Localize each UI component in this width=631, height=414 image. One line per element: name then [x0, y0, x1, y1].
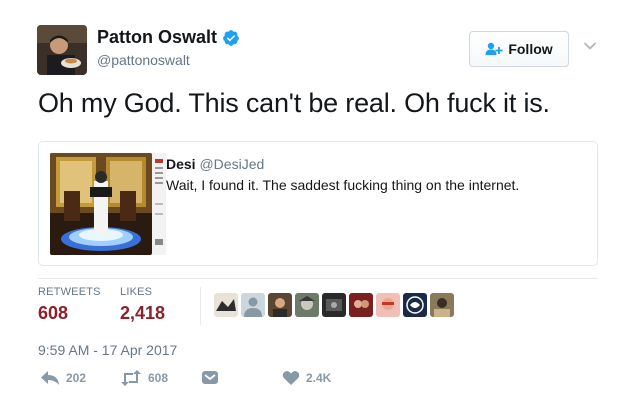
heart-icon	[282, 371, 300, 385]
quoted-tweet-author[interactable]: Desi @DesiJed	[166, 156, 264, 172]
quoted-tweet[interactable]: Desi @DesiJed Wait, I found it. The sadd…	[38, 141, 598, 266]
author-name-text[interactable]: Patton Oswalt	[97, 27, 217, 48]
tweet-text: Oh my God. This can't be real. Oh fuck i…	[38, 88, 550, 118]
add-person-icon	[485, 42, 503, 55]
liker-avatar[interactable]	[241, 293, 265, 317]
retweets-value: 608	[38, 303, 69, 323]
direct-message-button[interactable]	[201, 370, 219, 386]
verified-badge-icon	[223, 29, 239, 46]
follow-button[interactable]: Follow	[469, 31, 569, 67]
liker-avatar[interactable]	[403, 293, 427, 317]
retweet-icon	[121, 370, 141, 386]
reply-count: 202	[66, 371, 87, 385]
stats-separator	[200, 287, 201, 325]
retweets-label: RETWEETS	[38, 286, 101, 298]
quoted-tweet-text: Wait, I found it. The saddest fucking th…	[166, 177, 520, 193]
divider	[38, 278, 598, 279]
follow-label: Follow	[508, 41, 553, 57]
tweet-timestamp[interactable]: 9:59 AM - 17 Apr 2017	[38, 342, 177, 358]
like-count: 2.4K	[306, 371, 332, 385]
liker-avatar[interactable]	[295, 293, 319, 317]
liker-avatar[interactable]	[376, 293, 400, 317]
reply-icon	[41, 371, 59, 385]
liker-avatar[interactable]	[322, 293, 346, 317]
author-avatar[interactable]	[37, 25, 87, 75]
like-button[interactable]: 2.4K	[282, 370, 331, 386]
reply-button[interactable]: 202	[40, 370, 86, 386]
liker-avatar[interactable]	[214, 293, 238, 317]
liker-avatar[interactable]	[268, 293, 292, 317]
chevron-down-icon[interactable]	[583, 41, 597, 51]
author-handle[interactable]: @pattonoswalt	[97, 52, 190, 68]
retweets-stat[interactable]: RETWEETS 608	[38, 286, 101, 324]
direct-message-icon	[202, 371, 218, 384]
retweet-count: 608	[148, 371, 169, 385]
quoted-tweet-image[interactable]	[50, 153, 152, 255]
likes-label: LIKES	[120, 286, 153, 298]
retweet-button[interactable]: 608	[120, 370, 168, 386]
liker-avatar[interactable]	[430, 293, 454, 317]
quoted-tweet-image-strip	[152, 153, 166, 255]
author-name[interactable]: Patton Oswalt	[97, 27, 240, 48]
liker-avatars	[214, 293, 454, 317]
quoted-author-handle: @DesiJed	[199, 156, 265, 172]
liker-avatar[interactable]	[349, 293, 373, 317]
quoted-author-name: Desi	[166, 156, 196, 172]
likes-value: 2,418	[120, 303, 166, 323]
likes-stat[interactable]: LIKES 2,418	[120, 286, 165, 324]
